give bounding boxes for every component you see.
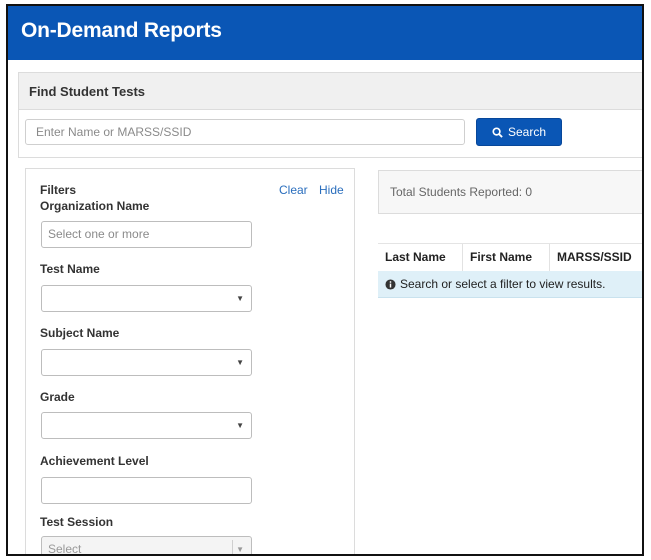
caret-down-icon: ▼ [236,294,244,303]
organization-name-multiselect[interactable]: Select one or more [41,221,252,248]
column-header-last-name[interactable]: Last Name [378,244,462,271]
test-session-label: Test Session [40,515,114,529]
grade-select[interactable]: ▼ [41,412,252,439]
page-title: On-Demand Reports [21,19,222,42]
grade-label: Grade [40,390,75,404]
empty-results-message-wrap: Search or select a filter to view result… [385,277,605,291]
clear-filters-link[interactable]: Clear [279,183,308,197]
results-table-header: Last Name First Name MARSS/SSID [378,243,642,273]
search-input[interactable] [25,119,465,145]
filters-panel: Filters Clear Hide Organization Name Sel… [25,168,355,556]
select-divider [232,540,233,554]
subject-name-select[interactable]: ▼ [41,349,252,376]
test-session-select[interactable]: Select ▼ [41,536,252,556]
empty-results-message: Search or select a filter to view result… [400,277,606,291]
hide-filters-link[interactable]: Hide [319,183,344,197]
achievement-level-label: Achievement Level [40,454,149,468]
organization-name-label: Organization Name [40,199,150,213]
app-window: On-Demand Reports Find Student Tests Sea… [6,4,644,556]
filters-title: Filters [40,183,77,197]
find-panel-heading: Find Student Tests [29,84,146,99]
search-button-label: Search [507,125,547,139]
total-students-reported: Total Students Reported: 0 [390,185,533,199]
caret-down-icon: ▼ [236,421,244,430]
test-name-label: Test Name [40,262,100,276]
achievement-level-input[interactable] [41,477,252,504]
caret-down-icon: ▼ [236,358,244,367]
empty-results-row: Search or select a filter to view result… [378,271,642,298]
test-session-value: Select [48,542,82,556]
info-circle-icon [385,278,396,290]
test-name-select[interactable]: ▼ [41,285,252,312]
column-header-first-name[interactable]: First Name [462,244,549,271]
results-summary: Total Students Reported: 0 [378,170,642,214]
column-header-marss-ssid[interactable]: MARSS/SSID [549,244,642,271]
find-panel-header: Find Student Tests [19,73,642,110]
search-icon [492,126,503,138]
search-button[interactable]: Search [476,118,562,146]
caret-down-icon: ▼ [236,545,244,554]
organization-placeholder: Select one or more [48,227,150,241]
subject-name-label: Subject Name [40,326,120,340]
top-bar: On-Demand Reports [8,6,642,60]
